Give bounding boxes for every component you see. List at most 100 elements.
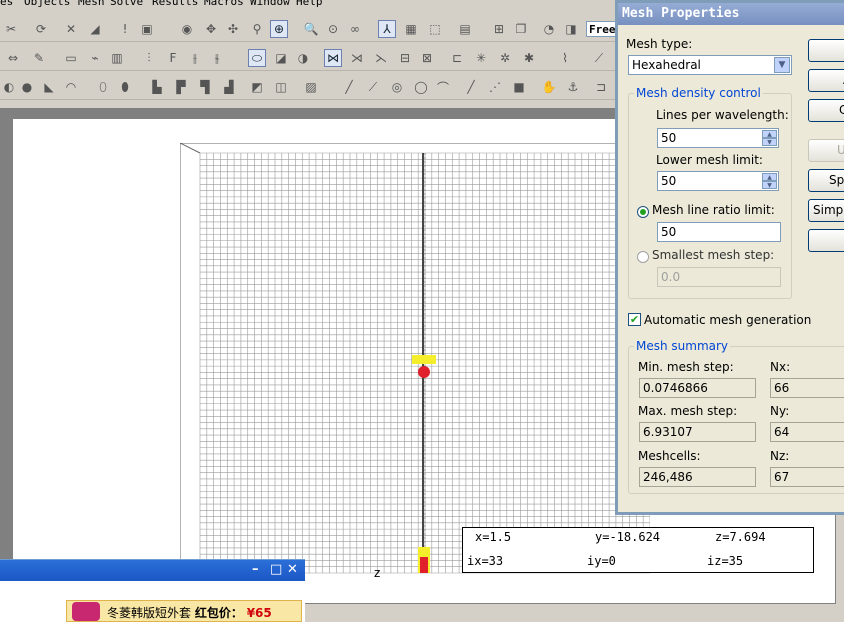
slash-icon[interactable]: ╱ xyxy=(462,78,480,96)
copy-icon[interactable]: ❐ xyxy=(512,20,530,38)
field-monitor-icon[interactable]: F xyxy=(164,49,182,67)
walk-icon[interactable]: ⚲ xyxy=(248,20,266,38)
sphere-icon[interactable]: ● xyxy=(18,78,36,96)
extrude-icon[interactable]: ◪ xyxy=(272,49,290,67)
curve-icon[interactable]: ⌇ xyxy=(556,49,574,67)
mesh-cells-icon[interactable]: ⊟ xyxy=(396,49,414,67)
menu-objects[interactable]: Objects xyxy=(24,0,70,8)
ok-button[interactable] xyxy=(808,39,844,62)
spin-down-icon[interactable]: ▼ xyxy=(762,181,777,189)
add-icon[interactable]: ▙ xyxy=(148,78,166,96)
auto-mesh-checkbox[interactable]: ✔ xyxy=(628,313,641,326)
mesh-icon[interactable]: ⊞ xyxy=(490,20,508,38)
chevron-down-icon[interactable]: ▼ xyxy=(774,57,790,73)
lamp-icon[interactable]: ◔ xyxy=(540,20,558,38)
shading-icon[interactable]: ◨ xyxy=(562,20,580,38)
mesh-view[interactable] xyxy=(180,143,650,583)
probe-icon[interactable]: ⫲ xyxy=(186,49,204,67)
align-icon[interactable]: ⊏ xyxy=(448,49,466,67)
cone-icon[interactable]: ◣ xyxy=(40,78,58,96)
menu-item[interactable]: es xyxy=(0,0,13,8)
rotate-view-icon[interactable]: ◉ xyxy=(178,20,196,38)
source-icon[interactable]: ⫳ xyxy=(208,49,226,67)
spin-up-icon[interactable]: ▲ xyxy=(762,130,777,138)
smallest-mesh-step-radio[interactable] xyxy=(637,251,649,263)
bool-icon[interactable]: ◑ xyxy=(294,49,312,67)
wire-icon[interactable]: ⇔ xyxy=(4,49,22,67)
frame-icon[interactable]: ⊐ xyxy=(592,78,610,96)
ecylinder-icon[interactable]: ⬮ xyxy=(116,78,134,96)
spin-down-icon[interactable]: ▼ xyxy=(762,138,777,146)
circle-icon[interactable]: ◎ xyxy=(388,78,406,96)
help-button[interactable]: I xyxy=(808,229,844,252)
axes-icon[interactable]: ⅄ xyxy=(378,20,396,38)
lines-per-wavelength-field[interactable]: 50 ▲ ▼ xyxy=(657,128,779,148)
mesh-view-icon[interactable]: ⋈ xyxy=(324,49,342,67)
cylinder-icon[interactable]: ⬯ xyxy=(94,78,112,96)
update-button[interactable]: Up xyxy=(808,139,844,162)
snap2-icon[interactable]: ✲ xyxy=(496,49,514,67)
blend-icon[interactable]: ◫ xyxy=(272,78,290,96)
lower-mesh-limit-field[interactable]: 50 ▲ ▼ xyxy=(657,171,779,191)
zoom-fit-icon[interactable]: ⊙ xyxy=(324,20,342,38)
cancel-button[interactable]: C xyxy=(808,99,844,122)
menu-help[interactable]: Help xyxy=(296,0,323,8)
line-icon[interactable]: ╱ xyxy=(340,78,358,96)
box-view-icon[interactable]: ⬚ xyxy=(426,20,444,38)
smallest-mesh-step-label[interactable]: Smallest mesh step: xyxy=(652,248,774,262)
menu-mesh[interactable]: Mesh xyxy=(78,0,105,8)
pan-icon[interactable]: ✣ xyxy=(224,20,242,38)
specials-button[interactable]: Spe xyxy=(808,169,844,192)
mesh-fixpoints-icon[interactable]: ⊠ xyxy=(418,49,436,67)
anchor-icon[interactable]: ⚓ xyxy=(564,78,582,96)
transform-icon[interactable]: ◢ xyxy=(86,20,104,38)
dotted-line-icon[interactable]: ⋰ xyxy=(486,78,504,96)
graph-icon[interactable]: ⌁ xyxy=(86,49,104,67)
apply-button[interactable]: A xyxy=(808,69,844,92)
spin-up-icon[interactable]: ▲ xyxy=(762,173,777,181)
close-icon[interactable]: ✕ xyxy=(287,562,298,577)
minimize-icon[interactable]: – xyxy=(252,562,259,577)
mesh-line-ratio-label[interactable]: Mesh line ratio limit: xyxy=(652,203,775,217)
mesh-line-ratio-field[interactable]: 50 xyxy=(657,222,781,242)
info-icon[interactable]: ! xyxy=(116,20,134,38)
torus-icon[interactable]: ◠ xyxy=(62,78,80,96)
smallest-mesh-step-field[interactable]: 0.0 xyxy=(657,267,781,287)
draw-icon[interactable]: ⟋ xyxy=(590,49,608,67)
dialog-title[interactable]: Mesh Properties xyxy=(618,3,844,25)
mesh-line-ratio-radio[interactable] xyxy=(637,206,649,218)
maximize-icon[interactable]: □ xyxy=(270,562,282,577)
spin-icon[interactable]: ✥ xyxy=(202,20,220,38)
mesh-local-icon[interactable]: ⋋ xyxy=(372,49,390,67)
simplify-model-button[interactable]: Simplif xyxy=(808,199,844,222)
auto-mesh-label[interactable]: Automatic mesh generation xyxy=(644,313,811,327)
menu-window[interactable]: Window xyxy=(250,0,290,8)
mesh-type-select[interactable]: Hexahedral ▼ xyxy=(628,55,792,75)
mesh-global-icon[interactable]: ⋊ xyxy=(348,49,366,67)
ad-banner[interactable]: 冬菱韩版短外套 红包价： ¥65 xyxy=(66,600,302,622)
chart-icon[interactable]: ▥ xyxy=(108,49,126,67)
insert-icon[interactable]: ▟ xyxy=(220,78,238,96)
cut-icon[interactable]: ✂ xyxy=(2,20,20,38)
popup-titlebar[interactable]: – □ ✕ xyxy=(0,560,305,581)
brick-icon[interactable]: ◐ xyxy=(0,78,18,96)
grid-icon[interactable]: ▦ xyxy=(402,20,420,38)
menu-results[interactable]: Results xyxy=(152,0,198,8)
port-icon[interactable]: ⫶ xyxy=(140,49,158,67)
snap3-icon[interactable]: ✱ xyxy=(520,49,538,67)
binoculars-icon[interactable]: ∞ xyxy=(346,20,364,38)
square-icon[interactable]: ■ xyxy=(510,78,528,96)
snap-icon[interactable]: ✳ xyxy=(472,49,490,67)
pick-icon[interactable]: ▣ xyxy=(138,20,156,38)
trim-icon[interactable]: ◩ xyxy=(248,78,266,96)
pen-icon[interactable]: ✎ xyxy=(30,49,48,67)
menu-solve[interactable]: Solve xyxy=(110,0,143,8)
zoom-box-icon[interactable]: ⊕ xyxy=(270,20,288,38)
arc-icon[interactable]: ⌒ xyxy=(434,78,452,96)
zoom-icon[interactable]: 🔍 xyxy=(302,20,320,38)
shape-icon[interactable]: ⬭ xyxy=(248,49,266,67)
pattern-icon[interactable]: ▨ xyxy=(302,78,320,96)
polyline-icon[interactable]: ⟋ xyxy=(364,78,382,96)
export-icon[interactable]: ▤ xyxy=(456,20,474,38)
refresh-icon[interactable]: ⟳ xyxy=(32,20,50,38)
